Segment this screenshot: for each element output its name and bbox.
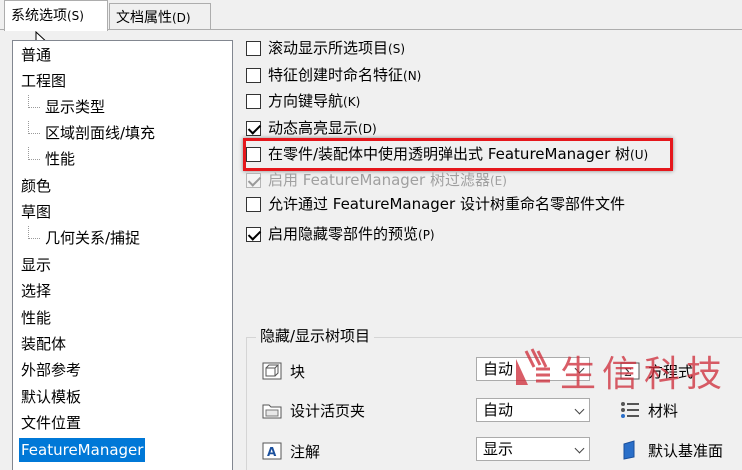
- checkbox[interactable]: [246, 121, 261, 136]
- tab-system-options-accel: (S): [67, 9, 84, 23]
- blocks-visibility-select[interactable]: 自动: [476, 357, 590, 381]
- equation-icon: Σ: [620, 362, 640, 379]
- select-value: 自动: [483, 401, 514, 419]
- tree-item-display-style[interactable]: 显示类型: [25, 95, 107, 119]
- right-item-label: 默认基准面: [648, 442, 724, 460]
- row-label: 块: [290, 363, 306, 381]
- tree-item-label: 文件位置: [21, 414, 82, 432]
- chevron-down-icon: [574, 404, 585, 415]
- design-binder-visibility-select[interactable]: 自动: [476, 398, 590, 422]
- tree-item-label: 显示: [21, 256, 52, 274]
- row-label: 注解: [290, 443, 321, 461]
- select-value: 自动: [483, 360, 514, 378]
- tree-branch-line: [28, 95, 40, 108]
- option-label: 启用隐藏零部件的预览(P): [268, 225, 435, 243]
- chevron-down-icon: [574, 443, 585, 454]
- highlight-annotation-box: [243, 138, 673, 171]
- option-label: 允许通过 FeatureManager 设计树重命名零部件文件: [268, 195, 625, 213]
- tree-item-label: 区域剖面线/填充: [45, 124, 156, 142]
- checkbox[interactable]: [246, 94, 261, 109]
- tree-item-drawing-performance[interactable]: 性能: [25, 147, 77, 171]
- tree-branch-line: [28, 147, 40, 160]
- chevron-down-icon: [574, 363, 585, 374]
- tree-item-featuremanager[interactable]: FeatureManager: [19, 438, 146, 462]
- tree-item-file-locations[interactable]: 文件位置: [19, 411, 83, 435]
- option-label: 动态高亮显示(D): [268, 119, 377, 137]
- tree-item-sketch[interactable]: 草图: [19, 200, 53, 224]
- tree-item-label: 普通: [21, 46, 52, 64]
- tree-item-label: FeatureManager: [21, 441, 144, 459]
- tree-item-label: 性能: [21, 309, 52, 327]
- checkbox[interactable]: [246, 68, 261, 83]
- tab-document-properties-label: 文档属性: [116, 10, 172, 26]
- tree-item-colors[interactable]: 颜色: [19, 174, 53, 198]
- plane-icon: [623, 439, 635, 460]
- right-item-material: 材料: [620, 399, 678, 423]
- checkbox[interactable]: [246, 227, 261, 242]
- group-title: 隐藏/显示树项目: [256, 325, 375, 346]
- tab-system-options-label: 系统选项: [11, 8, 67, 24]
- tree-item-display[interactable]: 显示: [19, 253, 53, 277]
- tree-item-relations-snaps[interactable]: 几何关系/捕捉: [25, 226, 142, 250]
- tree-branch-line: [28, 121, 40, 134]
- tab-bar: 系统选项(S) 文档属性(D): [0, 0, 742, 31]
- checkbox[interactable]: [246, 41, 261, 56]
- tree-item-label: 装配体: [21, 335, 67, 353]
- right-item-label: 材料: [648, 402, 679, 420]
- options-tree[interactable]: 普通 工程图 显示类型 区域剖面线/填充 性能 颜色 草图 几何关系/捕捉 显示…: [12, 40, 233, 470]
- row-label: 设计活页夹: [290, 402, 366, 420]
- tree-item-external-references[interactable]: 外部参考: [19, 358, 83, 382]
- option-label: 方向键导航(K): [268, 92, 361, 110]
- tree-item-label: 工程图: [21, 72, 67, 90]
- checkbox[interactable]: [246, 197, 261, 212]
- tree-item-label: 选择: [21, 282, 52, 300]
- tab-divider: [0, 29, 742, 30]
- tree-item-label: 性能: [45, 150, 76, 168]
- tree-item-label: 默认模板: [21, 388, 82, 406]
- row-blocks: 块: [262, 360, 305, 384]
- svg-text:A: A: [267, 445, 277, 459]
- tree-item-label: 颜色: [21, 177, 52, 195]
- tree-item-label: 几何关系/捕捉: [45, 229, 141, 247]
- right-item-default-planes: 默认基准面: [620, 439, 723, 463]
- tree-item-area-hatch[interactable]: 区域剖面线/填充: [25, 121, 157, 145]
- checkbox: [246, 173, 261, 188]
- option-label: 启用 FeatureManager 树过滤器(E): [268, 171, 507, 189]
- tree-item-assemblies[interactable]: 装配体: [19, 332, 68, 356]
- tree-item-selection[interactable]: 选择: [19, 279, 53, 303]
- tab-system-options[interactable]: 系统选项(S): [4, 0, 108, 31]
- tree-item-label: 显示类型: [45, 98, 106, 116]
- row-annotations: A 注解: [262, 440, 320, 464]
- tree-item-default-templates[interactable]: 默认模板: [19, 385, 83, 409]
- right-item-equations: Σ 方程式: [620, 360, 693, 384]
- tree-item-label: 外部参考: [21, 361, 82, 379]
- block-icon: [262, 362, 282, 379]
- folder-icon: [262, 404, 282, 418]
- select-value: 显示: [483, 440, 514, 458]
- tab-document-properties-accel: (D): [172, 11, 191, 25]
- tree-item-drawings[interactable]: 工程图: [19, 69, 68, 93]
- svg-text:Σ: Σ: [624, 366, 632, 379]
- tree-item-general[interactable]: 普通: [19, 43, 53, 67]
- tree-branch-line: [28, 226, 40, 239]
- option-label: 特征创建时命名特征(N): [268, 66, 422, 84]
- annotation-icon: A: [262, 442, 282, 459]
- option-label: 滚动显示所选项目(S): [268, 39, 405, 57]
- tree-item-label: 草图: [21, 203, 52, 221]
- tab-document-properties[interactable]: 文档属性(D): [109, 3, 211, 30]
- material-icon: [621, 401, 639, 418]
- tree-item-performance[interactable]: 性能: [19, 306, 53, 330]
- row-design-binder: 设计活页夹: [262, 399, 365, 423]
- annotations-visibility-select[interactable]: 显示: [476, 437, 590, 461]
- right-item-label: 方程式: [648, 363, 694, 381]
